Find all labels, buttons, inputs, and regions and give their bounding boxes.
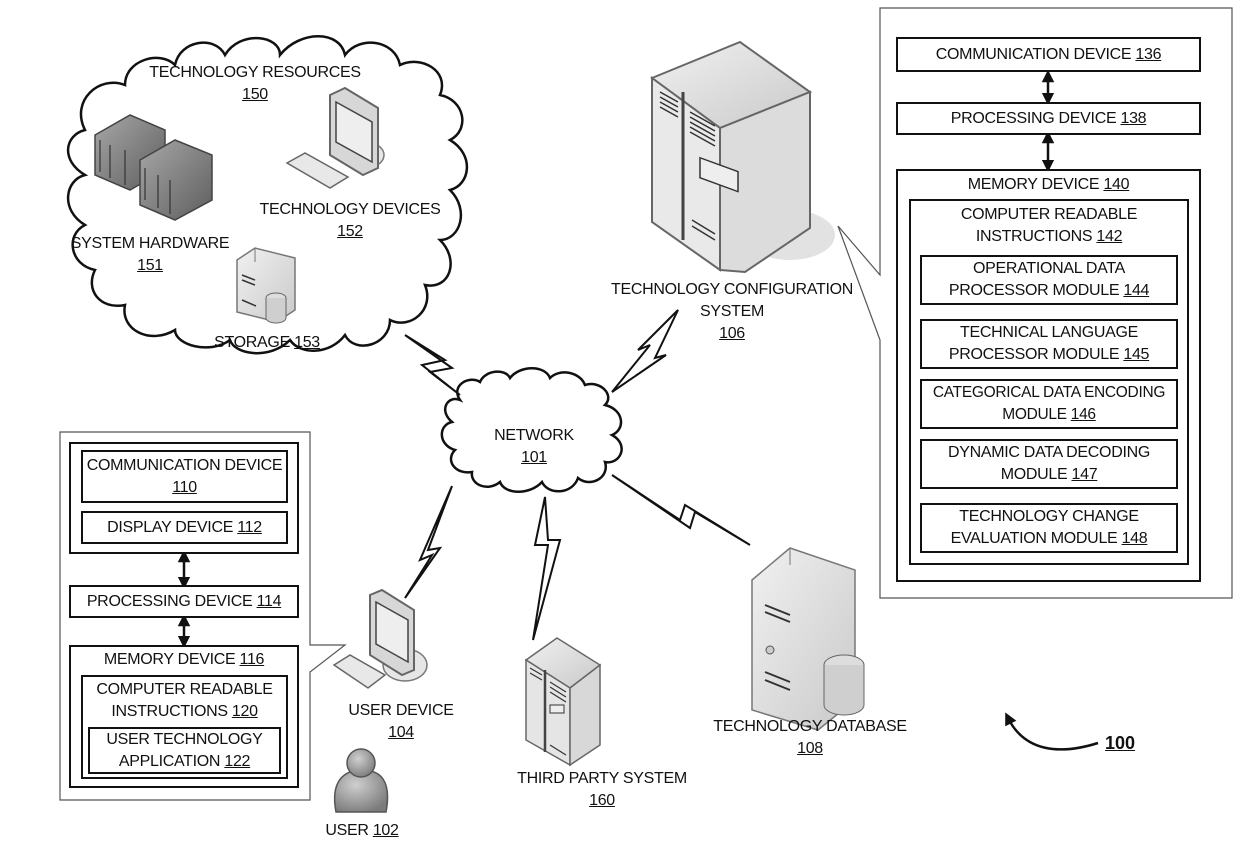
instr-142-line2: INSTRUCTIONS bbox=[975, 228, 1093, 245]
user-device-ref: 104 bbox=[388, 724, 414, 741]
module-144-ref: 144 bbox=[1123, 282, 1150, 299]
storage-icon bbox=[236, 247, 296, 324]
module-144: OPERATIONAL DATA PROCESSOR MODULE 144 bbox=[920, 255, 1178, 305]
network-label: NETWORK 101 bbox=[494, 425, 574, 469]
display-112-ref: 112 bbox=[237, 518, 262, 536]
comm-136-label: COMMUNICATION DEVICE bbox=[935, 45, 1132, 63]
user-technology-application-122: USER TECHNOLOGY APPLICATION 122 bbox=[88, 727, 281, 774]
module-148-line1: TECHNOLOGY CHANGE bbox=[959, 508, 1139, 525]
instr-142-line1: COMPUTER READABLE bbox=[960, 206, 1138, 223]
third-party-server-icon bbox=[524, 637, 602, 767]
storage-label: STORAGE 153 bbox=[214, 332, 320, 354]
link-database-network bbox=[611, 474, 751, 546]
link-userdevice-network bbox=[404, 485, 453, 599]
proc-114-ref: 114 bbox=[256, 592, 282, 610]
technology-database-title: TECHNOLOGY DATABASE bbox=[713, 718, 907, 735]
module-144-line2: PROCESSOR MODULE bbox=[948, 282, 1120, 299]
user-device-computer-icon bbox=[332, 588, 428, 689]
display-112-label: DISPLAY DEVICE bbox=[107, 518, 234, 536]
figure-ref: 100 bbox=[1105, 733, 1136, 753]
technology-database-ref: 108 bbox=[797, 740, 823, 757]
module-147: DYNAMIC DATA DECODING MODULE 147 bbox=[920, 439, 1178, 489]
system-hardware-ref: 151 bbox=[137, 257, 163, 274]
third-party-label: THIRD PARTY SYSTEM 160 bbox=[517, 768, 687, 812]
technology-devices-label: TECHNOLOGY DEVICES 152 bbox=[259, 199, 440, 243]
mem-116-label: MEMORY DEVICE bbox=[103, 651, 236, 668]
module-147-ref: 147 bbox=[1071, 466, 1098, 483]
network-title: NETWORK bbox=[494, 427, 574, 444]
module-147-line1: DYNAMIC DATA DECODING bbox=[947, 444, 1150, 461]
user-label: USER 102 bbox=[325, 820, 399, 842]
config-server-icon bbox=[649, 40, 835, 274]
storage-ref: 153 bbox=[294, 334, 320, 351]
module-145-line1: TECHNICAL LANGUAGE bbox=[959, 324, 1139, 341]
module-148-ref: 148 bbox=[1121, 530, 1148, 547]
user-device-label: USER DEVICE 104 bbox=[348, 700, 453, 744]
system-hardware-title: SYSTEM HARDWARE bbox=[70, 235, 230, 252]
user-ref: 102 bbox=[372, 822, 399, 839]
display-device-112: DISPLAY DEVICE 112 bbox=[81, 511, 288, 544]
config-system-label: TECHNOLOGY CONFIGURATION SYSTEM 106 bbox=[611, 279, 853, 345]
config-system-title-1: TECHNOLOGY CONFIGURATION bbox=[610, 281, 854, 298]
storage-title: STORAGE bbox=[214, 334, 290, 351]
system-hardware-label: SYSTEM HARDWARE 151 bbox=[70, 233, 230, 277]
module-145-line2: PROCESSOR MODULE bbox=[948, 346, 1120, 363]
comm-136-ref: 136 bbox=[1135, 45, 1162, 63]
app-122-ref: 122 bbox=[224, 752, 251, 770]
third-party-ref: 160 bbox=[589, 792, 615, 809]
module-148: TECHNOLOGY CHANGE EVALUATION MODULE 148 bbox=[920, 503, 1178, 553]
mem-140-label: MEMORY DEVICE bbox=[967, 176, 1100, 193]
module-148-line2: EVALUATION MODULE bbox=[950, 530, 1118, 547]
technology-resources-ref: 150 bbox=[242, 86, 268, 103]
network-ref: 101 bbox=[521, 449, 547, 466]
link-resources-network bbox=[404, 334, 461, 396]
module-146: CATEGORICAL DATA ENCODING MODULE 146 bbox=[920, 379, 1178, 429]
module-145-ref: 145 bbox=[1123, 346, 1150, 363]
module-146-ref: 146 bbox=[1070, 406, 1096, 423]
module-144-line1: OPERATIONAL DATA bbox=[973, 260, 1125, 277]
instr-142-ref: 142 bbox=[1096, 228, 1123, 245]
technology-resources-label: TECHNOLOGY RESOURCES 150 bbox=[149, 62, 361, 106]
comm-110-ref: 110 bbox=[172, 478, 197, 496]
link-thirdparty-network bbox=[532, 496, 562, 641]
instr-120-line2: INSTRUCTIONS bbox=[111, 703, 228, 720]
proc-138-label: PROCESSING DEVICE bbox=[950, 109, 1117, 127]
config-system-ref: 106 bbox=[719, 325, 745, 342]
technology-devices-title: TECHNOLOGY DEVICES bbox=[259, 201, 441, 218]
mem-140-ref: 140 bbox=[1103, 176, 1130, 193]
module-146-line2: MODULE bbox=[1002, 406, 1067, 423]
mem-116-ref: 116 bbox=[239, 651, 265, 668]
app-122-line1: USER TECHNOLOGY bbox=[106, 730, 263, 748]
technology-database-icon bbox=[751, 547, 865, 731]
config-system-title-2: SYSTEM bbox=[699, 303, 764, 320]
processing-device-114: PROCESSING DEVICE 114 bbox=[69, 585, 299, 618]
module-147-line2: MODULE bbox=[1000, 466, 1068, 483]
instr-120-line1: COMPUTER READABLE bbox=[96, 681, 273, 698]
comm-110-label: COMMUNICATION DEVICE bbox=[86, 456, 283, 474]
communication-device-110: COMMUNICATION DEVICE 110 bbox=[81, 450, 288, 503]
app-122-line2: APPLICATION bbox=[118, 752, 221, 770]
technology-devices-ref: 152 bbox=[337, 223, 363, 240]
communication-device-136: COMMUNICATION DEVICE 136 bbox=[896, 37, 1201, 72]
user-person-icon bbox=[334, 748, 389, 813]
technology-database-label: TECHNOLOGY DATABASE 108 bbox=[713, 716, 907, 760]
technology-resources-title: TECHNOLOGY RESOURCES bbox=[149, 64, 361, 81]
user-title: USER bbox=[325, 822, 369, 839]
instr-120-ref: 120 bbox=[231, 703, 258, 720]
user-device-title: USER DEVICE bbox=[348, 702, 454, 719]
module-145: TECHNICAL LANGUAGE PROCESSOR MODULE 145 bbox=[920, 319, 1178, 369]
figure-ref-arrow bbox=[1005, 712, 1099, 751]
processing-device-138: PROCESSING DEVICE 138 bbox=[896, 102, 1201, 135]
proc-114-label: PROCESSING DEVICE bbox=[86, 592, 253, 610]
third-party-title: THIRD PARTY SYSTEM bbox=[517, 770, 687, 787]
proc-138-ref: 138 bbox=[1120, 109, 1147, 127]
module-146-line1: CATEGORICAL DATA ENCODING bbox=[932, 384, 1166, 401]
